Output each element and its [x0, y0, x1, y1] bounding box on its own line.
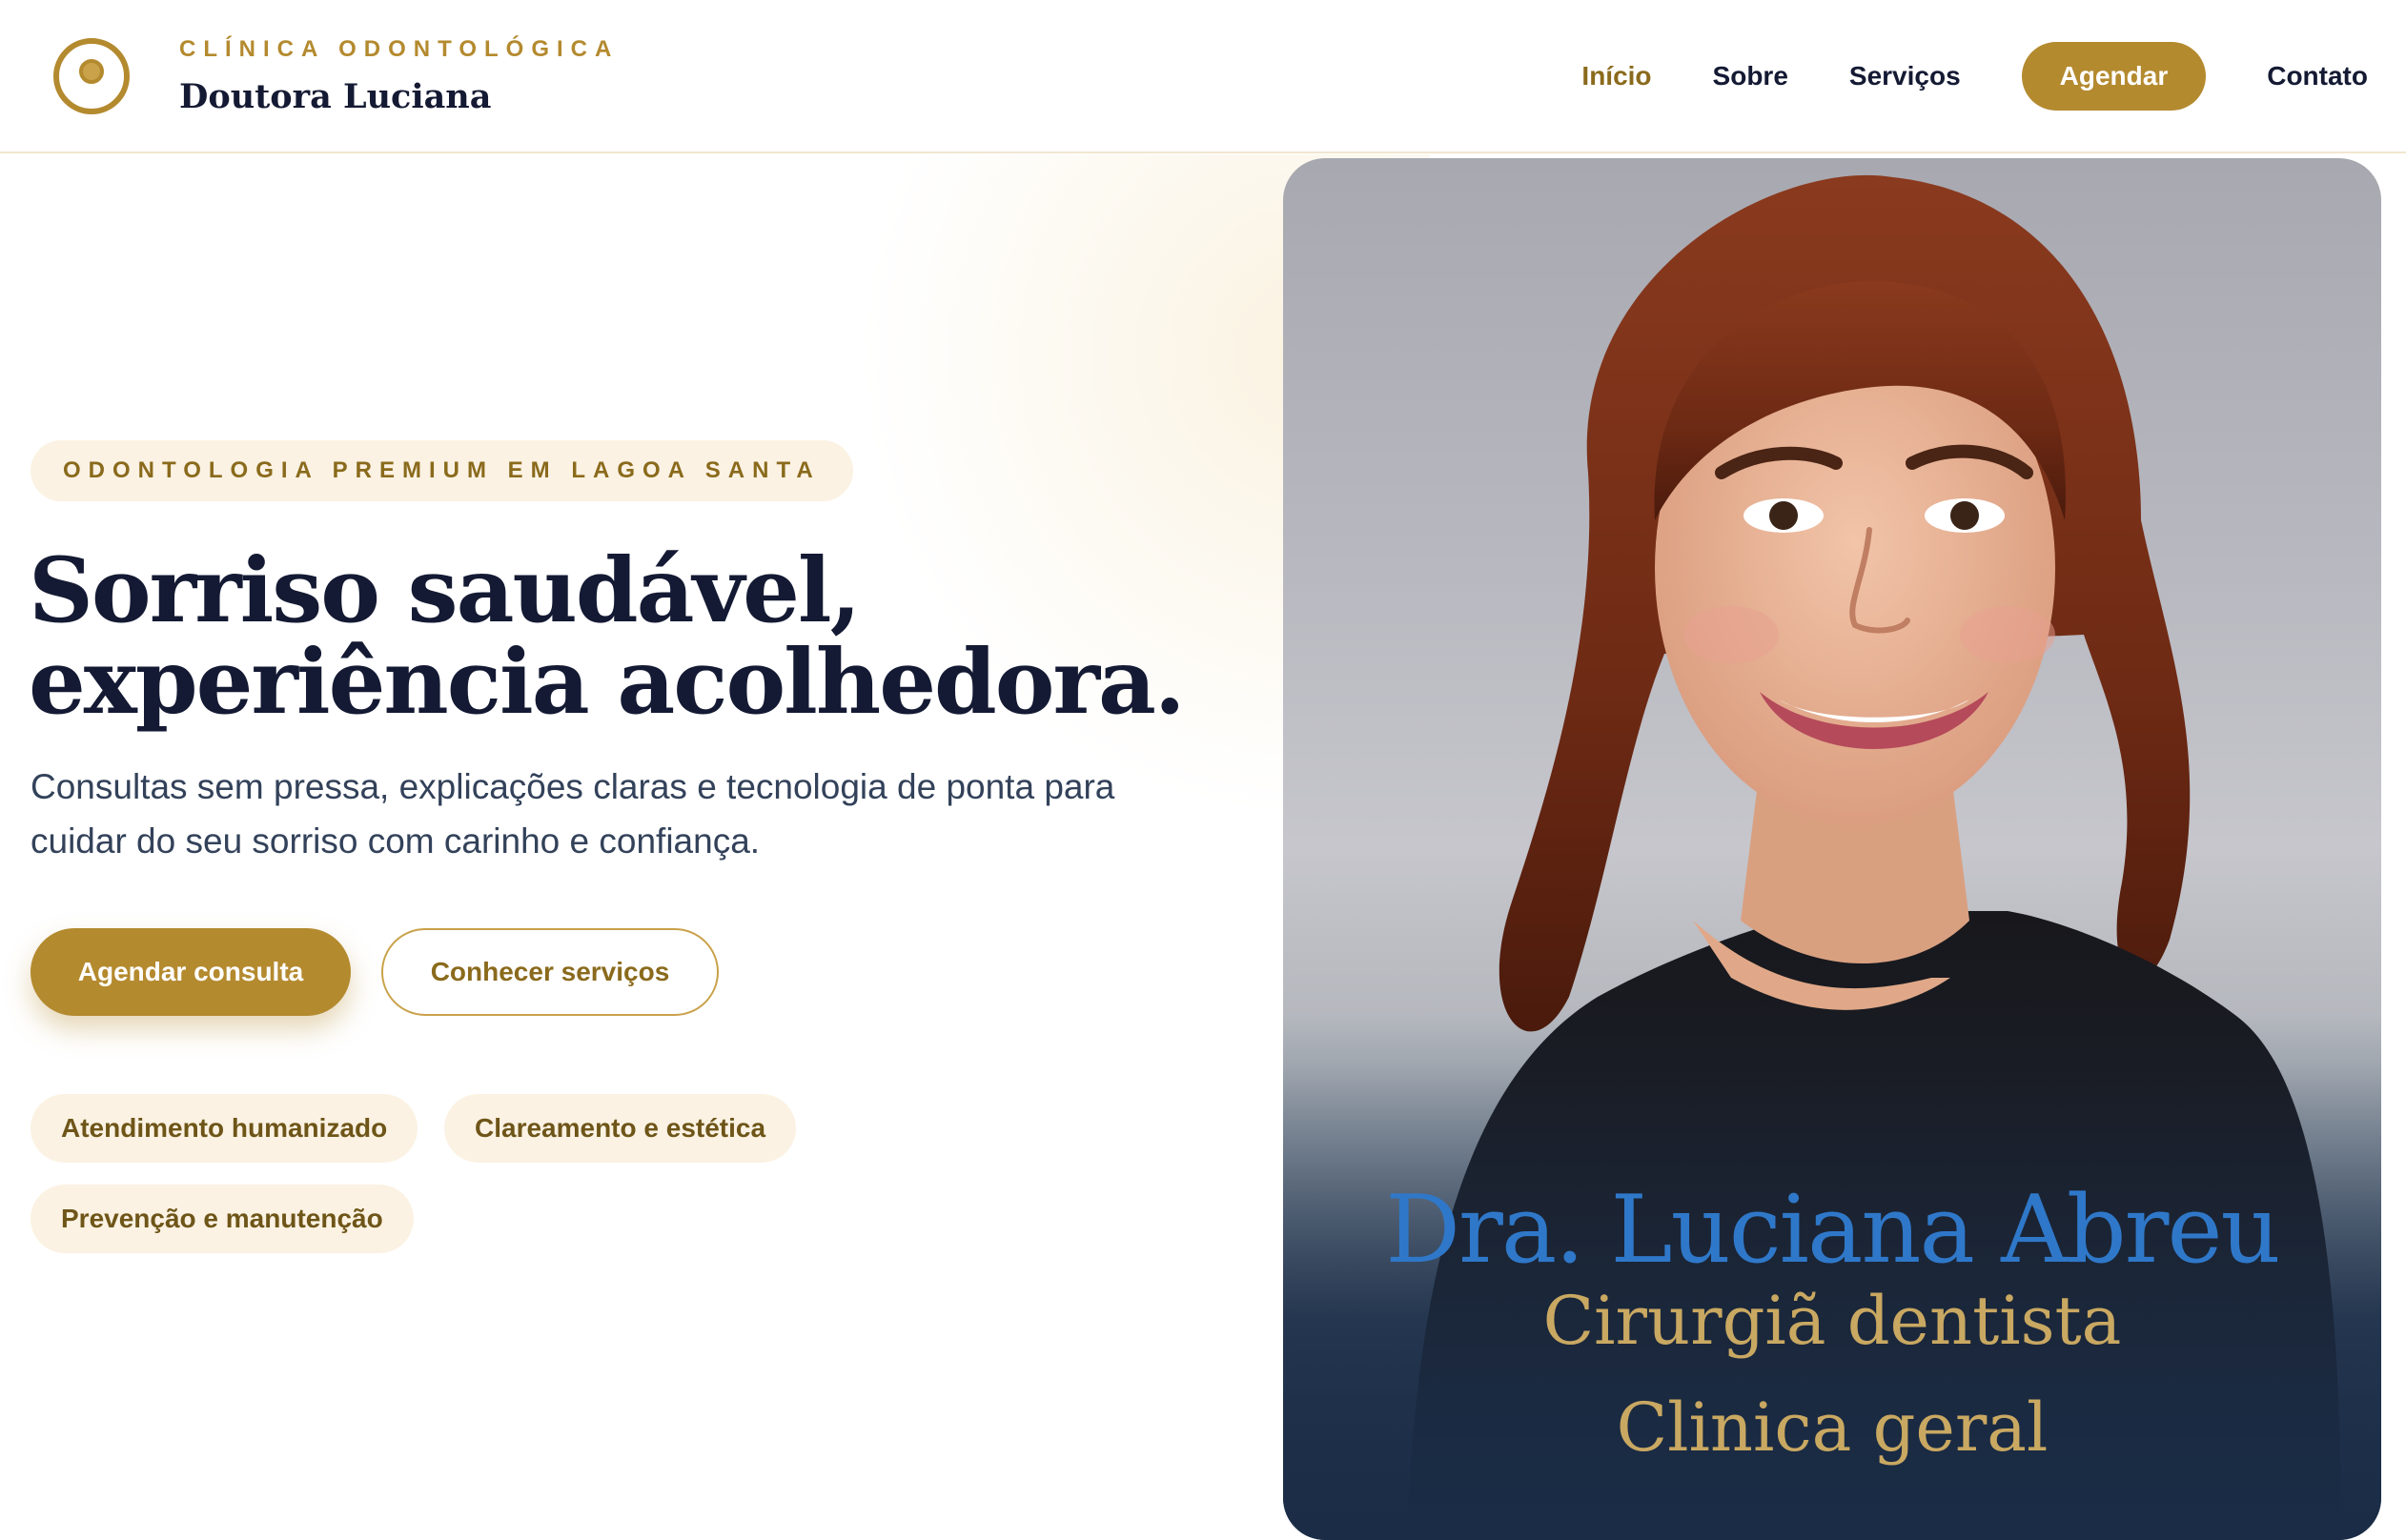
nav-link-servicos[interactable]: Serviços [1849, 61, 1961, 91]
hero-title-line-2: experiência acolhedora. [29, 630, 1186, 735]
site-header: CLÍNICA ODONTOLÓGICA Doutora Luciana Iní… [0, 0, 2406, 153]
nav-link-contato[interactable]: Contato [2267, 61, 2368, 91]
feature-tag: Atendimento humanizado [31, 1094, 418, 1163]
nav-link-inicio[interactable]: Início [1581, 61, 1651, 91]
doctor-role-1: Cirurgiã dentista [1542, 1282, 2122, 1360]
conhecer-servicos-button[interactable]: Conhecer serviços [381, 928, 719, 1016]
doctor-portrait-card: Dra. Luciana Abreu Cirurgiã dentista Cli… [1283, 158, 2381, 1540]
feature-tag: Prevenção e manutenção [31, 1185, 414, 1253]
doctor-name: Dra. Luciana Abreu [1385, 1176, 2280, 1285]
brand-name: Doutora Luciana [179, 77, 492, 116]
brand-text: CLÍNICA ODONTOLÓGICA Doutora Luciana [179, 36, 619, 116]
tooth-circle-icon [53, 38, 130, 114]
nav-agendar-button[interactable]: Agendar [2021, 42, 2207, 111]
hero-section: ODONTOLOGIA PREMIUM EM LAGOA SANTA Sorri… [0, 154, 2406, 1540]
hero-title-line-1: Sorriso saudável, [29, 538, 861, 643]
brand-logo-link[interactable]: CLÍNICA ODONTOLÓGICA Doutora Luciana [53, 36, 619, 116]
main-nav: Início Sobre Serviços Agendar Contato [1520, 42, 2368, 111]
logo-dot [79, 59, 104, 84]
eyebrow-badge: ODONTOLOGIA PREMIUM EM LAGOA SANTA [31, 440, 853, 501]
hero-subtitle: Consultas sem pressa, explicações claras… [31, 767, 1115, 861]
nav-link-sobre[interactable]: Sobre [1713, 61, 1788, 91]
doctor-role-2: Clinica geral [1616, 1388, 2049, 1467]
hero-title: Sorriso saudável, experiência acolhedora… [29, 538, 1186, 735]
brand-kicker: CLÍNICA ODONTOLÓGICA [179, 36, 620, 62]
feature-tag: Clareamento e estética [444, 1094, 797, 1163]
agendar-consulta-button[interactable]: Agendar consulta [31, 928, 351, 1016]
